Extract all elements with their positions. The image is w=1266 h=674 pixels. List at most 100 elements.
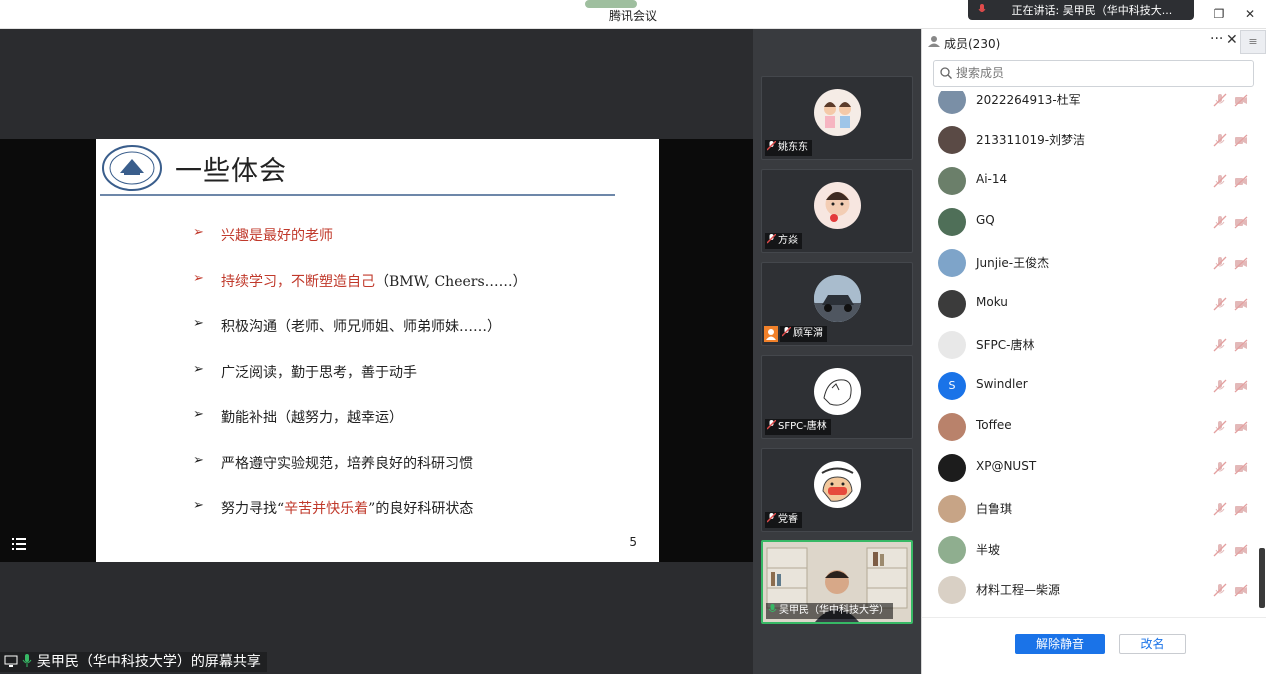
member-name: 半坡 xyxy=(976,543,1001,557)
member-row[interactable]: 半坡 xyxy=(922,529,1255,570)
arrow-icon: ➢ xyxy=(193,316,204,331)
member-row[interactable]: XP@NUST xyxy=(922,447,1255,488)
mic-muted-icon[interactable] xyxy=(1213,379,1227,393)
participant-name: 顾军渭 xyxy=(780,326,827,342)
title-bar: 腾讯会议 正在讲话: 吴甲民（华中科技大... ❐ ✕ xyxy=(0,0,1266,29)
member-row[interactable]: 2022264913-杜军 xyxy=(922,91,1255,120)
camera-off-icon[interactable] xyxy=(1234,297,1248,311)
video-tile[interactable]: 顾军渭 xyxy=(761,262,913,346)
members-title: 成员(230) xyxy=(944,37,1001,51)
mic-icon xyxy=(978,4,986,12)
mic-muted-icon[interactable] xyxy=(1213,543,1227,557)
menu-icon[interactable]: ≡ xyxy=(1240,30,1266,54)
member-name: 2022264913-杜军 xyxy=(976,93,1081,107)
mic-muted-icon[interactable] xyxy=(1213,174,1227,188)
camera-off-icon[interactable] xyxy=(1234,256,1248,270)
mic-muted-icon[interactable] xyxy=(1213,338,1227,352)
member-row[interactable]: Toffee xyxy=(922,406,1255,447)
search-icon xyxy=(940,67,952,79)
camera-off-icon[interactable] xyxy=(1234,174,1248,188)
host-badge-icon xyxy=(764,326,778,342)
member-avatar xyxy=(938,536,966,564)
member-name: XP@NUST xyxy=(976,459,1037,473)
participant-name: 方焱 xyxy=(765,233,802,249)
member-row[interactable]: GQ xyxy=(922,201,1255,242)
camera-off-icon[interactable] xyxy=(1234,461,1248,475)
members-panel: 成员(230) ··· ✕ ≡ 搜索成员 2022264913-杜军 213311… xyxy=(921,29,1266,674)
member-row[interactable]: S Swindler xyxy=(922,365,1255,406)
camera-off-icon[interactable] xyxy=(1234,93,1248,107)
arrow-icon: ➢ xyxy=(193,225,204,240)
mic-muted-icon[interactable] xyxy=(1213,461,1227,475)
power-cartoon-avatar-icon xyxy=(814,461,861,508)
close-panel-icon[interactable]: ✕ xyxy=(1226,32,1238,48)
screen-share-stage: 一些体会 ➢ 兴趣是最好的老师 ➢ 持续学习，不断塑造自己 （BMW, Cheers…… xyxy=(0,29,753,674)
member-avatar xyxy=(938,290,966,318)
camera-off-icon[interactable] xyxy=(1234,543,1248,557)
member-search-input[interactable]: 搜索成员 xyxy=(933,60,1254,87)
participant-name: 姚东东 xyxy=(765,140,812,156)
list-icon[interactable] xyxy=(8,534,30,554)
camera-off-icon[interactable] xyxy=(1234,502,1248,516)
video-tile[interactable]: 党睿 xyxy=(761,448,913,532)
member-name: GQ xyxy=(976,213,995,227)
mic-muted-icon[interactable] xyxy=(1213,133,1227,147)
member-row[interactable]: 白鲁琪 xyxy=(922,488,1255,529)
member-name: Ai-14 xyxy=(976,172,1008,186)
mic-muted-icon[interactable] xyxy=(1213,297,1227,311)
close-icon[interactable]: ✕ xyxy=(1243,7,1257,21)
video-gallery: 姚东东 方焱 顾军渭 SFPC-唐林 党睿 吴甲民（华中科技大学） xyxy=(753,29,921,674)
member-row[interactable]: 材料工程—柴源 xyxy=(922,569,1255,610)
participant-name: SFPC-唐林 xyxy=(765,419,831,435)
members-header: 成员(230) ··· ✕ ≡ xyxy=(922,29,1266,55)
person-icon xyxy=(928,36,940,47)
restore-icon[interactable]: ❐ xyxy=(1212,7,1226,21)
member-avatar xyxy=(938,126,966,154)
video-tile[interactable]: 姚东东 xyxy=(761,76,913,160)
screen-share-label: 吴甲民（华中科技大学）的屏幕共享 xyxy=(0,652,267,672)
rename-button[interactable]: 改名 xyxy=(1119,634,1186,654)
screen-share-icon xyxy=(4,655,18,667)
member-name: 白鲁琪 xyxy=(976,502,1013,516)
mic-on-icon xyxy=(768,604,777,612)
member-row[interactable]: Ai-14 xyxy=(922,160,1255,201)
member-row[interactable]: Moku xyxy=(922,283,1255,324)
member-avatar xyxy=(938,249,966,277)
member-name: Swindler xyxy=(976,377,1028,391)
unmute-button[interactable]: 解除静音 xyxy=(1015,634,1105,654)
mic-muted-icon xyxy=(767,234,776,244)
presentation-slide: 一些体会 ➢ 兴趣是最好的老师 ➢ 持续学习，不断塑造自己 （BMW, Cheers…… xyxy=(96,139,659,562)
member-row[interactable]: 213311019-刘梦洁 xyxy=(922,119,1255,160)
search-placeholder: 搜索成员 xyxy=(956,66,1005,80)
member-avatar xyxy=(938,495,966,523)
camera-off-icon[interactable] xyxy=(1234,338,1248,352)
mic-muted-icon[interactable] xyxy=(1213,215,1227,229)
camera-off-icon[interactable] xyxy=(1234,215,1248,229)
mic-muted-icon[interactable] xyxy=(1213,583,1227,597)
member-name: 213311019-刘梦洁 xyxy=(976,133,1086,147)
mic-muted-icon[interactable] xyxy=(1213,420,1227,434)
mic-muted-icon[interactable] xyxy=(1213,93,1227,107)
member-name: Junjie-王俊杰 xyxy=(976,256,1050,270)
slide-bullet: ➢ 努力寻找“ 辛苦并快乐着 ”的良好科研状态 xyxy=(193,498,474,517)
camera-off-icon[interactable] xyxy=(1234,420,1248,434)
arrow-icon: ➢ xyxy=(193,452,204,468)
mic-muted-icon[interactable] xyxy=(1213,502,1227,516)
slide-divider xyxy=(100,194,615,196)
member-avatar xyxy=(938,413,966,441)
university-logo-icon xyxy=(102,145,162,191)
slide-bullet-list: ➢ 兴趣是最好的老师 ➢ 持续学习，不断塑造自己 （BMW, Cheers……） ➢ 积… xyxy=(193,225,643,544)
mic-muted-icon[interactable] xyxy=(1213,256,1227,270)
member-avatar xyxy=(938,91,966,114)
active-speaker-tile[interactable]: 吴甲民（华中科技大学） xyxy=(761,540,913,624)
video-tile[interactable]: SFPC-唐林 xyxy=(761,355,913,439)
video-tile[interactable]: 方焱 xyxy=(761,169,913,253)
camera-off-icon[interactable] xyxy=(1234,133,1248,147)
mic-muted-icon xyxy=(782,327,791,337)
more-options-icon[interactable]: ··· xyxy=(1210,31,1223,47)
member-row[interactable]: SFPC-唐林 xyxy=(922,324,1255,365)
camera-off-icon[interactable] xyxy=(1234,379,1248,393)
members-scrollbar[interactable] xyxy=(1259,548,1265,608)
member-row[interactable]: Junjie-王俊杰 xyxy=(922,242,1255,283)
camera-off-icon[interactable] xyxy=(1234,583,1248,597)
